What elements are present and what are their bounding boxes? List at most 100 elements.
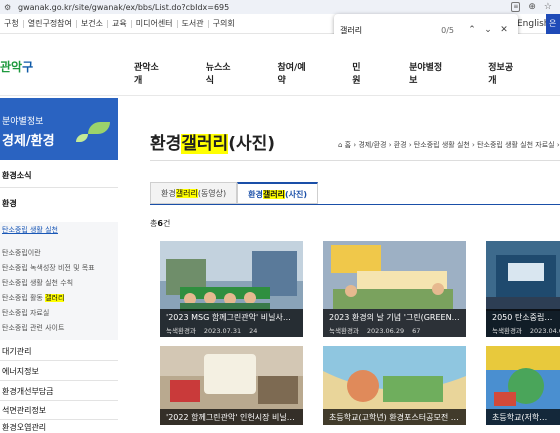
page-title-hl: 갤러리 — [181, 134, 229, 154]
card-2-views: 67 — [412, 327, 421, 335]
total-count: 총6건 — [150, 218, 170, 229]
site-logo[interactable]: 관악구 — [0, 58, 33, 75]
sidebar-item-charge[interactable]: 환경개선부담금 — [2, 386, 54, 397]
logo-text-a: 관악 — [0, 60, 23, 74]
gallery-card-1[interactable]: '2023 MSG 함께그린관악' 비닐사용 ... 녹색환경과 2023.07.… — [160, 241, 303, 337]
card-1-meta: 녹색환경과 2023.07.31 24 — [166, 325, 297, 335]
card-3-caption: 2050 탄소중립 '원팀' 녹색환경과 2023.04.0 — [486, 309, 560, 337]
util-link-3[interactable]: 보건소 — [77, 19, 108, 28]
sidebar-sub-head[interactable]: 탄소중립 생활 실천 — [2, 225, 58, 235]
tab-photo-post: (사진) — [284, 190, 308, 199]
nav-item-4[interactable]: 민원 — [352, 60, 367, 86]
card-2-meta: 녹색환경과 2023.06.29 67 — [329, 325, 460, 335]
sidebar-item-asbestos[interactable]: 석면관리정보 — [2, 405, 46, 416]
nav-item-1[interactable]: 관악소개 — [134, 60, 164, 86]
reader-icon[interactable]: ≡ — [511, 2, 521, 12]
gallery-tabs: 환경갤러리(동영상) 환경갤러리(사진) — [150, 182, 319, 204]
page-title-pre: 환경 — [150, 134, 182, 154]
sidebar-item-pollution[interactable]: 환경오염관리 — [2, 422, 46, 433]
gallery-card-2[interactable]: 2023 환경의 날 기념 '그린(GREEN)데... 녹색환경과 2023.0… — [323, 241, 466, 337]
logo-text-b: 구 — [22, 60, 34, 74]
sidebar-sub-gallery[interactable]: 탄소중립 활동 갤러리 — [2, 293, 65, 303]
breadcrumb: ⌂ 홈 › 경제/환경 › 환경 › 탄소중립 생활 실천 › 탄소중립 생활 … — [338, 140, 560, 150]
util-link-4[interactable]: 교육 — [108, 19, 132, 28]
card-2-dept: 녹색환경과 — [329, 327, 359, 335]
tab-video-post: (동영상) — [197, 189, 227, 198]
english-link[interactable]: English — [517, 19, 550, 29]
card-5-caption: 초등학교(고학년) 환경포스터공모전 수... — [323, 409, 466, 425]
tab-video-pre: 환경 — [161, 189, 176, 198]
sidebar-sub-3[interactable]: 탄소중립 생활 실천 수칙 — [2, 278, 73, 288]
divider — [0, 419, 118, 420]
tab-photo-hl: 갤러리 — [262, 190, 285, 199]
divider — [0, 187, 118, 188]
zoom-icon[interactable]: ⊕ — [528, 2, 536, 12]
divider — [0, 380, 118, 381]
sidebar-item-env-news[interactable]: 환경소식 — [2, 170, 31, 181]
card-1-caption: '2023 MSG 함께그린관악' 비닐사용 ... 녹색환경과 2023.07.… — [160, 309, 303, 337]
card-2-date: 2023.06.29 — [366, 327, 405, 335]
main-nav: 관악소개 뉴스소식 참여/예약 민원 분야별정보 정보공개 — [134, 60, 560, 86]
sidebar-item-env[interactable]: 환경 — [2, 198, 17, 209]
util-link-5[interactable]: 미디어센터 — [132, 19, 178, 28]
title-rule — [150, 160, 560, 161]
url-text[interactable]: gwanak.go.kr/site/gwanak/ex/bbs/List.do?… — [14, 3, 511, 12]
gallery-card-5[interactable]: 초등학교(고학년) 환경포스터공모전 수... — [323, 346, 466, 425]
util-link-2[interactable]: 열린구정참여 — [24, 19, 77, 28]
leaf-small-icon — [76, 134, 88, 142]
divider — [0, 360, 118, 361]
card-3-date: 2023.04.0 — [529, 327, 560, 335]
sidebar-menu: 환경소식 환경 탄소중립 생활 실천 탄소중립이란 탄소중립 녹색성장 비전 및… — [0, 160, 118, 432]
nav-item-5[interactable]: 분야별정보 — [409, 60, 446, 86]
card-3-title: 2050 탄소중립 '원팀' — [492, 313, 554, 322]
blue-tab[interactable]: 은 — [546, 14, 560, 34]
sidebar-hero: 분야별정보 경제/환경 — [0, 98, 118, 160]
sidebar-item-air[interactable]: 대기관리 — [2, 346, 31, 357]
card-3-dept: 녹색환경과 — [492, 327, 522, 335]
sidebar-sub-5[interactable]: 탄소중립 자료실 — [2, 308, 49, 318]
card-1-views: 24 — [249, 327, 258, 335]
divider — [0, 400, 118, 401]
total-post: 건 — [162, 219, 171, 228]
card-5-title: 초등학교(고학년) 환경포스터공모전 수... — [329, 413, 460, 422]
page-title-post: (사진) — [228, 134, 276, 154]
card-3-meta: 녹색환경과 2023.04.0 — [492, 325, 560, 335]
home-icon[interactable]: ⌂ — [338, 141, 345, 149]
sidebar-sub-2[interactable]: 탄소중립 녹색성장 비전 및 목표 — [2, 263, 95, 273]
tab-video-hl: 갤러리 — [175, 189, 198, 198]
sidebar-sub-1[interactable]: 탄소중립이란 — [2, 248, 41, 258]
card-2-caption: 2023 환경의 날 기념 '그린(GREEN)데... 녹색환경과 2023.0… — [323, 309, 466, 337]
leaf-icon — [88, 122, 110, 134]
tabs-rule — [150, 204, 560, 205]
card-2-title: 2023 환경의 날 기념 '그린(GREEN)데... — [329, 313, 460, 322]
gallery-card-4[interactable]: '2022 함께그린관악' 인헌시장 비닐사... — [160, 346, 303, 425]
card-6-caption: 초등학교(저학년) 환경 — [486, 409, 560, 425]
card-1-date: 2023.07.31 — [203, 327, 242, 335]
util-link-6[interactable]: 도서관 — [178, 19, 209, 28]
nav-item-3[interactable]: 참여/예약 — [278, 60, 311, 86]
breadcrumb-text: 홈 › 경제/환경 › 환경 › 탄소중립 생활 실천 › 탄소중립 생활 실천… — [344, 141, 560, 149]
nav-item-6[interactable]: 정보공개 — [488, 60, 518, 86]
sidebar-item-energy[interactable]: 에너지정보 — [2, 366, 39, 377]
tab-photo-gallery[interactable]: 환경갤러리(사진) — [237, 182, 319, 204]
card-6-title: 초등학교(저학년) 환경 — [492, 413, 554, 422]
sidebar-big-title: 경제/환경 — [2, 134, 55, 149]
tab-video-gallery[interactable]: 환경갤러리(동영상) — [150, 182, 238, 204]
card-1-title: '2023 MSG 함께그린관악' 비닐사용 ... — [166, 313, 297, 322]
utility-links: 구청 열린구정참여 보건소 교육 미디어센터 도서관 구의회 — [0, 19, 239, 28]
sidebar-sub-gallery-pre: 탄소중립 활동 — [2, 294, 46, 302]
sidebar-sub-6[interactable]: 탄소중립 관련 사이트 — [2, 323, 64, 333]
card-4-caption: '2022 함께그린관악' 인헌시장 비닐사... — [160, 409, 303, 425]
tab-photo-pre: 환경 — [248, 190, 263, 199]
bookmark-star-icon[interactable]: ☆ — [544, 2, 552, 12]
gallery-card-3[interactable]: 2050 탄소중립 '원팀' 녹색환경과 2023.04.0 — [486, 241, 560, 337]
site-info-icon[interactable]: ⚙ — [4, 3, 14, 12]
card-1-dept: 녹색환경과 — [166, 327, 196, 335]
sidebar-sub-gallery-hl: 갤러리 — [45, 294, 65, 302]
gallery-card-6[interactable]: 초등학교(저학년) 환경 — [486, 346, 560, 425]
card-4-title: '2022 함께그린관악' 인헌시장 비닐사... — [166, 413, 297, 422]
sidebar-small-title: 분야별정보 — [2, 117, 44, 127]
nav-item-2[interactable]: 뉴스소식 — [206, 60, 236, 86]
util-link-7[interactable]: 구의회 — [209, 19, 239, 28]
util-link-1[interactable]: 구청 — [0, 19, 24, 28]
